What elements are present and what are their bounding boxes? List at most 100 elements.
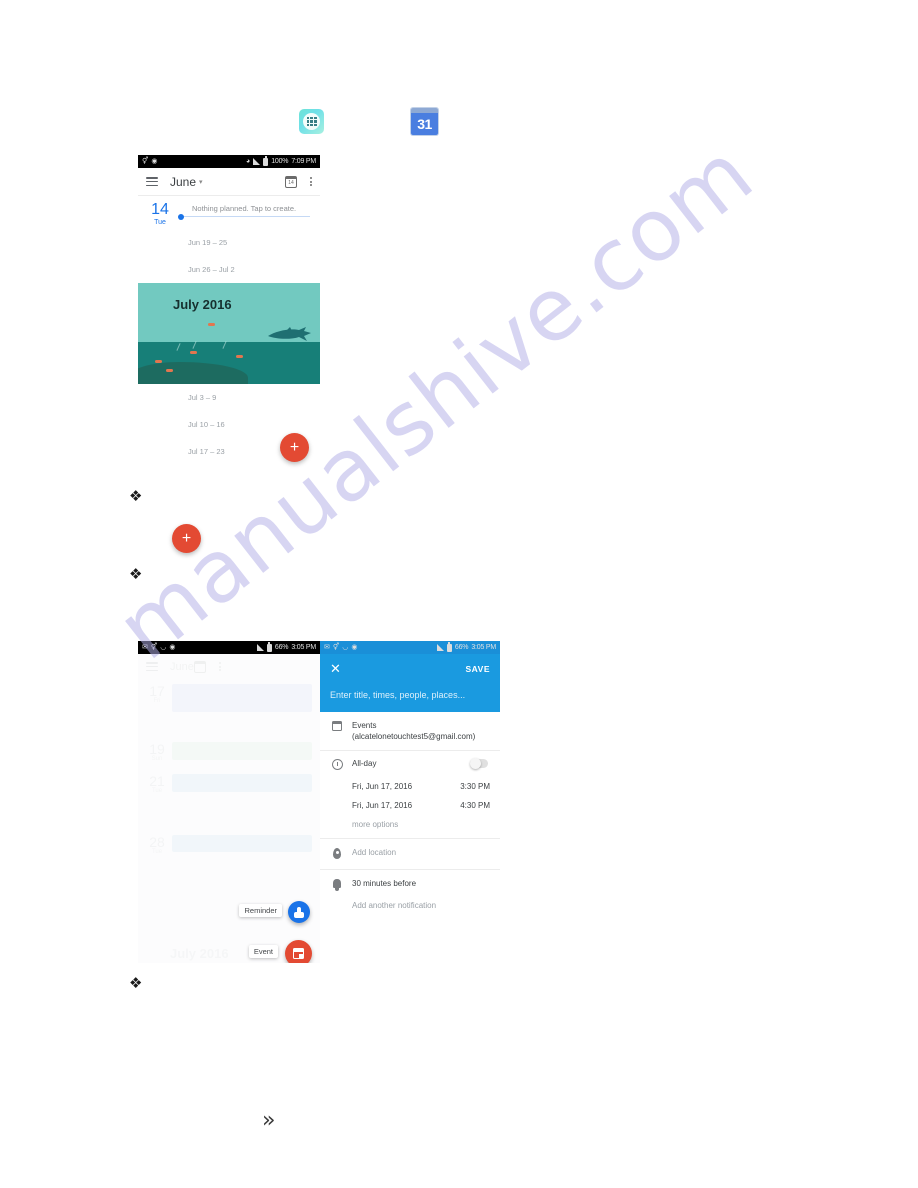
alarm-icon: ◉ (169, 644, 176, 651)
today-calendar-icon[interactable]: 14 (285, 175, 297, 188)
usb-icon: ⚥ (332, 644, 340, 651)
bluetooth-icon: ◕ (245, 158, 251, 165)
speed-dial-reminder-label: Reminder (239, 904, 282, 917)
signal-icon (253, 158, 261, 165)
bell-icon (330, 878, 344, 891)
screenshot-agenda-view: ⚥ ◉ ◕ 100% 7:09 PM June ▾ 14 14 Tue Noth… (138, 155, 320, 481)
battery-icon (446, 642, 452, 652)
wifi-icon: ◡ (160, 644, 167, 651)
status-bar: ⚥ ◉ ◕ 100% 7:09 PM (138, 155, 320, 168)
calendar-icon (330, 720, 344, 731)
start-date-value[interactable]: Fri, Jun 17, 2016 (352, 782, 412, 791)
message-icon: ◉ (151, 158, 158, 165)
all-day-label: All-day (352, 759, 377, 768)
status-bar-right: 66% 3:05 PM (436, 642, 496, 652)
end-datetime-row[interactable]: Fri, Jun 17, 2016 4:30 PM (320, 796, 500, 815)
alarm-icon: ◉ (351, 644, 358, 651)
notification-row[interactable]: 30 minutes before (320, 870, 500, 900)
new-event-header: ✕ SAVE Enter title, times, people, place… (320, 654, 500, 712)
google-calendar-icon: 31 (411, 108, 438, 135)
start-time-value[interactable]: 3:30 PM (460, 782, 490, 791)
location-input[interactable]: Add location (344, 847, 490, 858)
today-day-of-week: Tue (154, 219, 166, 226)
bullet-marker: ❖ (129, 565, 143, 583)
usb-icon: ⚥ (142, 158, 149, 165)
today-day-number: 14 (151, 201, 169, 218)
clock-text: 7:09 PM (291, 158, 316, 165)
location-row[interactable]: Add location (320, 839, 500, 869)
screenshot-new-event-form: ✉ ⚥ ◡ ◉ 66% 3:05 PM ✕ SAVE Enter title, … (320, 641, 500, 963)
battery-icon (266, 642, 272, 652)
create-event-fab[interactable]: + (280, 433, 309, 462)
battery-percent: 66% (454, 644, 469, 651)
week-row[interactable]: Jul 3 – 9 (138, 384, 320, 411)
end-date-value[interactable]: Fri, Jun 17, 2016 (352, 801, 412, 810)
clock-text: 3:05 PM (471, 644, 496, 651)
fish-illustration (236, 355, 243, 358)
bullet-marker: ❖ (129, 974, 143, 992)
calendar-account-row[interactable]: Events (alcatelonetouchtest5@gmail.com) (320, 712, 500, 750)
page-title: June (170, 174, 197, 189)
calendar-icon (293, 948, 304, 959)
week-row[interactable]: Jun 19 – 25 (138, 229, 320, 256)
end-time-value[interactable]: 4:30 PM (460, 801, 490, 810)
fish-illustration (190, 351, 197, 354)
speed-dial-event-button[interactable] (285, 940, 312, 963)
calendar-account-value: Events (alcatelonetouchtest5@gmail.com) (352, 721, 476, 741)
banner-month-label: July 2016 (173, 297, 232, 312)
speed-dial-event-label: Event (248, 945, 278, 958)
status-bar: ✉ ⚥ ◡ ◉ 66% 3:05 PM (138, 641, 320, 654)
status-bar-right: ◕ 100% 7:09 PM (245, 156, 316, 166)
battery-percent: 66% (274, 644, 289, 651)
location-pin-icon (330, 847, 344, 859)
apps-grid-icon (299, 109, 324, 134)
hand-icon (294, 906, 304, 918)
status-bar-left: ✉ ⚥ ◡ ◉ (324, 644, 437, 651)
status-bar-left: ⚥ ◉ (142, 158, 246, 165)
wifi-icon: ◡ (342, 644, 349, 651)
fish-illustration (208, 323, 215, 326)
signal-icon (436, 644, 444, 651)
menu-icon[interactable] (146, 177, 158, 186)
all-day-toggle[interactable] (470, 758, 488, 769)
event-title-input[interactable]: Enter title, times, people, places... (320, 684, 500, 712)
email-icon: ✉ (142, 644, 148, 651)
agenda-today-row[interactable]: 14 Tue Nothing planned. Tap to create. (138, 196, 320, 229)
today-body: Nothing planned. Tap to create. (172, 202, 310, 220)
screenshot-speed-dial-view: ✉ ⚥ ◡ ◉ 66% 3:05 PM June 17 Fri (138, 641, 320, 963)
email-icon: ✉ (324, 644, 330, 651)
month-banner-july: July 2016 (138, 283, 320, 384)
status-bar-left: ✉ ⚥ ◡ ◉ (142, 644, 257, 651)
add-notification-link[interactable]: Add another notification (320, 900, 500, 919)
battery-percent: 100% (271, 158, 289, 165)
status-bar: ✉ ⚥ ◡ ◉ 66% 3:05 PM (320, 641, 500, 654)
signal-icon (256, 644, 264, 651)
today-date: 14 Tue (148, 202, 172, 227)
fish-illustration (166, 369, 173, 372)
speed-dial-reminder-button[interactable] (288, 901, 310, 923)
new-event-fields: Events (alcatelonetouchtest5@gmail.com) … (320, 712, 500, 919)
clock-icon (330, 758, 344, 770)
all-day-row[interactable]: All-day (320, 751, 500, 777)
create-event-fab-standalone[interactable]: + (172, 524, 201, 553)
dimmed-agenda: June 17 Fri 19 Sun 21 Tue (138, 654, 320, 963)
status-bar-right: 66% 3:05 PM (256, 642, 316, 652)
new-event-toolbar: ✕ SAVE (320, 654, 500, 684)
empty-day-message[interactable]: Nothing planned. Tap to create. (178, 204, 310, 213)
shark-illustration (268, 327, 311, 341)
save-button[interactable]: SAVE (465, 664, 490, 674)
apps-grid-icon-dots (306, 117, 317, 126)
overflow-menu-icon[interactable] (310, 177, 312, 186)
more-options-link[interactable]: more options (320, 815, 500, 838)
battery-icon (263, 156, 269, 166)
clock-text: 3:05 PM (291, 644, 316, 651)
google-calendar-icon-day: 31 (411, 113, 438, 135)
chevron-down-icon[interactable]: ▾ (199, 178, 203, 186)
bullet-marker: ❖ (129, 487, 143, 505)
fish-illustration (155, 360, 162, 363)
close-icon[interactable]: ✕ (330, 663, 341, 676)
start-datetime-row[interactable]: Fri, Jun 17, 2016 3:30 PM (320, 777, 500, 796)
agenda-list: 14 Tue Nothing planned. Tap to create. J… (138, 196, 320, 465)
week-row[interactable]: Jun 26 – Jul 2 (138, 256, 320, 283)
apps-grid-icon-circle (303, 113, 320, 130)
